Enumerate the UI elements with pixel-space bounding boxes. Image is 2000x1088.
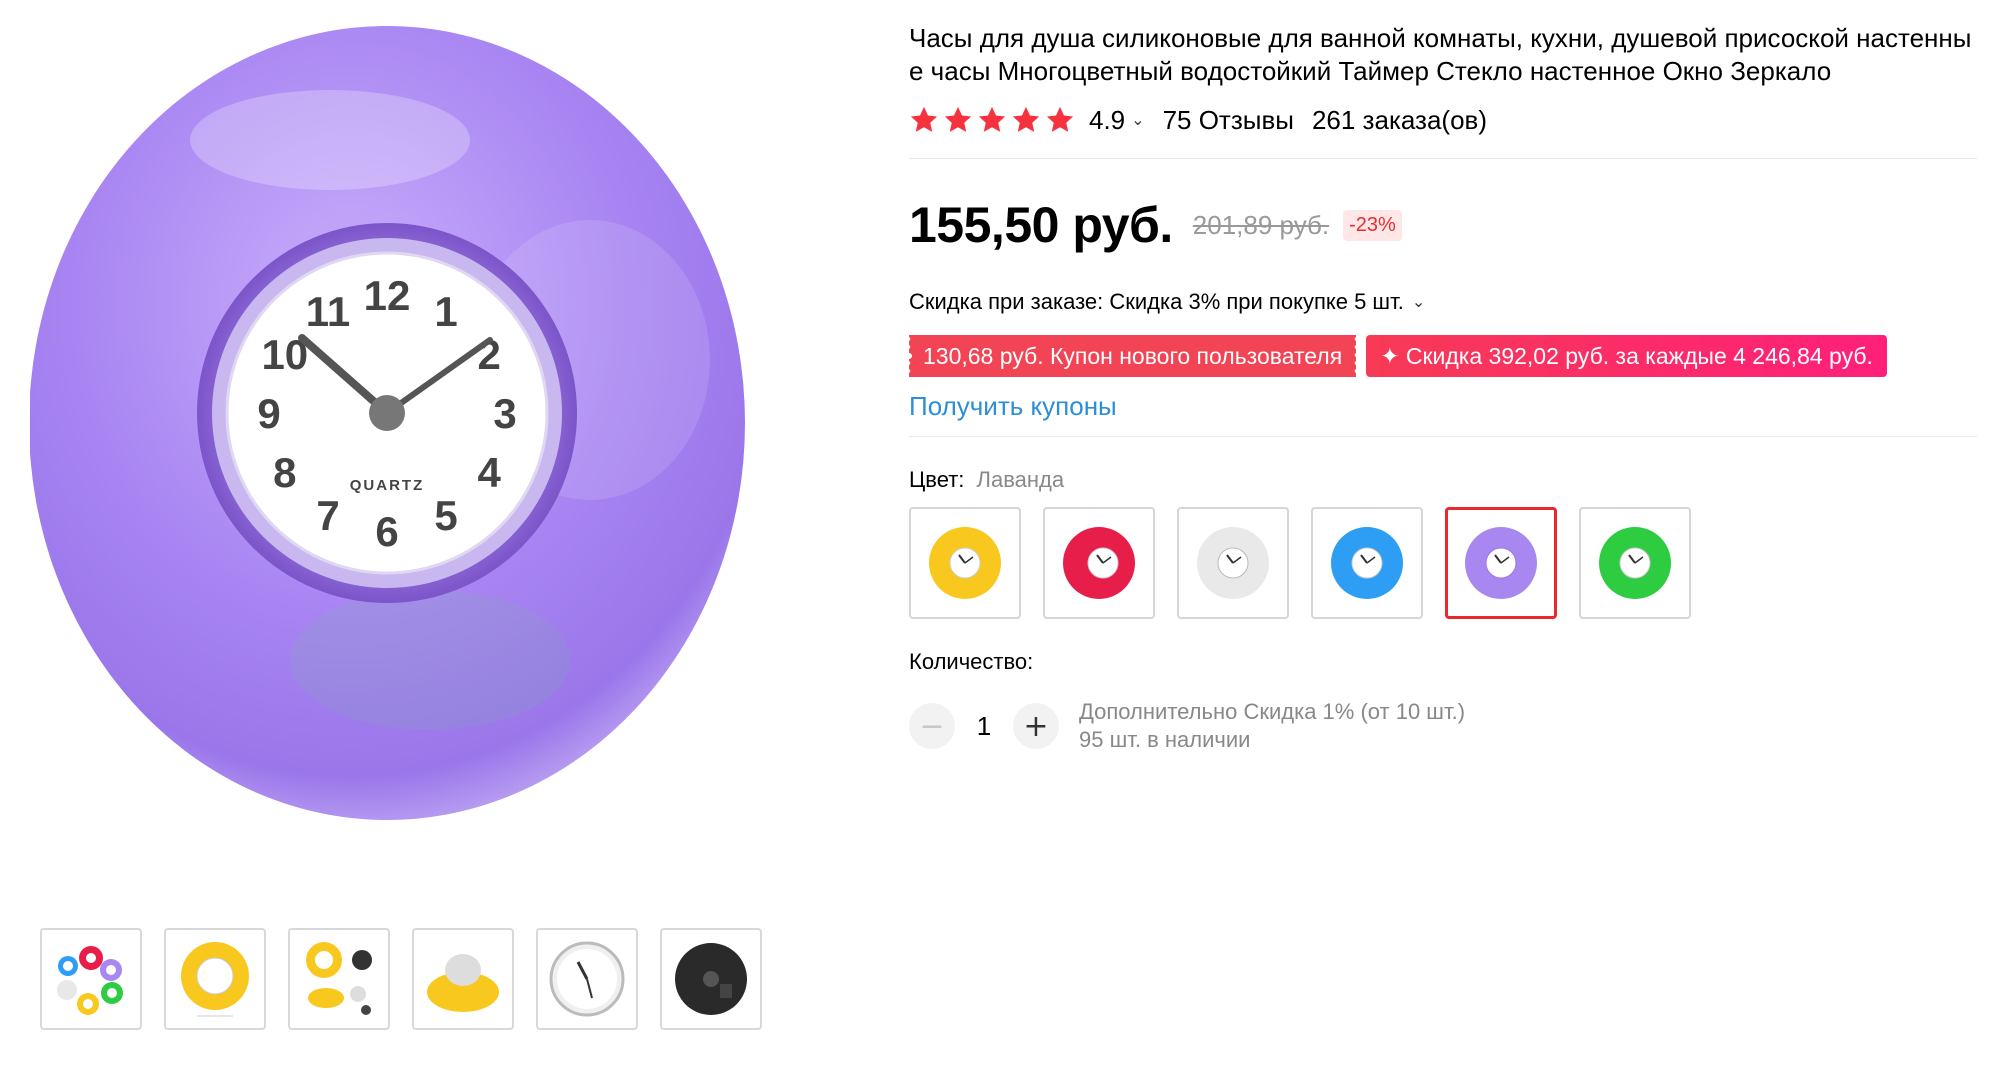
quantity-input[interactable]: 1 [955, 703, 1013, 749]
quantity-increase-button[interactable]: + [1013, 703, 1059, 749]
new-user-coupon[interactable]: 130,68 руб. Купон нового пользователя [907, 335, 1357, 377]
clock-numeral: 12 [364, 272, 411, 319]
star-icon [944, 106, 972, 132]
thumbnail-clock-back[interactable] [660, 928, 762, 1030]
color-label-row: Цвет: Лаванда [909, 467, 1977, 493]
swatch-red[interactable] [1043, 507, 1155, 619]
clock-numeral: 7 [316, 492, 339, 539]
thumbnail-all-colors[interactable] [40, 928, 142, 1030]
clock-numeral: 1 [434, 288, 457, 335]
get-coupons-link[interactable]: Получить купоны [909, 391, 1977, 422]
swatch-green[interactable] [1579, 507, 1691, 619]
divider [909, 158, 1977, 159]
orders-count: 261 заказа(ов) [1311, 104, 1488, 135]
extra-discount-note: Дополнительно Скидка 1% (от 10 шт.) [1079, 699, 1466, 724]
quantity-decrease-button[interactable]: − [909, 703, 955, 749]
selected-color-name: Лаванда [976, 467, 1065, 492]
current-price: 155,50 руб. [909, 197, 1173, 253]
star-icon [1046, 106, 1074, 132]
star-icon [910, 106, 938, 132]
product-title: Часы для душа силиконовые для ванной ком… [909, 23, 1972, 86]
rating-value[interactable]: 4.9 [1089, 105, 1125, 136]
divider [909, 436, 1977, 437]
quantity-notes: Дополнительно Скидка 1% (от 10 шт.) 95 ш… [1079, 698, 1465, 754]
thumbnail-strip [40, 928, 762, 1030]
rating-row: 4.9 ⌄ 75 Отзывы 261 заказа(ов) [909, 100, 1977, 140]
store-discount-coupon[interactable]: ✦ Скидка 392,02 руб. за каждые 4 246,84 … [1366, 335, 1887, 377]
clock-numeral: 9 [257, 390, 280, 437]
color-label: Цвет: [909, 467, 965, 492]
reviews-link[interactable]: 75 Отзывы [1163, 105, 1294, 136]
star-icon [1012, 106, 1040, 132]
bulk-discount[interactable]: Скидка при заказе: Скидка 3% при покупке… [909, 289, 1977, 315]
clock-numeral: 6 [375, 508, 398, 555]
swatch-lavender[interactable] [1445, 507, 1557, 619]
quantity-label: Количество: [909, 649, 1034, 674]
clock-numeral: 5 [434, 492, 457, 539]
swatch-white[interactable] [1177, 507, 1289, 619]
quantity-row: − 1 + Дополнительно Скидка 1% (от 10 шт.… [909, 699, 1977, 754]
old-price: 201,89 руб. [1192, 209, 1330, 240]
clock-brand-text: QUARTZ [350, 477, 425, 494]
product-info: Часы для душа силиконовые для ванной ком… [907, 22, 1977, 754]
star-icon [978, 106, 1006, 132]
color-swatches [909, 507, 1977, 619]
stock-note: 95 шт. в наличии [1079, 727, 1251, 752]
swatch-yellow[interactable] [909, 507, 1021, 619]
clock-numeral: 4 [478, 449, 502, 496]
thumbnail-yellow-clock[interactable] [164, 928, 266, 1030]
chevron-down-icon[interactable]: ⌄ [1131, 110, 1144, 130]
coupon-row: 130,68 руб. Купон нового пользователя ✦ … [907, 335, 1977, 377]
product-gallery: 12 1 2 3 4 5 6 7 8 9 10 11 QUARTZ [0, 0, 800, 1088]
thumbnail-yellow-parts[interactable] [288, 928, 390, 1030]
bulk-discount-text: Скидка при заказе: Скидка 3% при покупке… [909, 289, 1404, 314]
thumbnail-clock-face[interactable] [536, 928, 638, 1030]
discount-badge: -23% [1343, 209, 1402, 241]
thumbnail-yellow-side[interactable] [412, 928, 514, 1030]
lavender-shower-clock-image: 12 1234567891011 QUARTZ [30, 26, 745, 820]
clock-numeral: 11 [306, 288, 350, 335]
main-product-image[interactable]: 12 1 2 3 4 5 6 7 8 9 10 11 QUARTZ [30, 20, 775, 840]
clock-numeral: 8 [273, 449, 296, 496]
rating-stars [909, 105, 1075, 135]
clock-numeral: 3 [493, 390, 516, 437]
chevron-down-icon[interactable]: ⌄ [1412, 292, 1425, 312]
price-row: 155,50 руб. 201,89 руб. -23% [909, 195, 1977, 255]
swatch-blue[interactable] [1311, 507, 1423, 619]
